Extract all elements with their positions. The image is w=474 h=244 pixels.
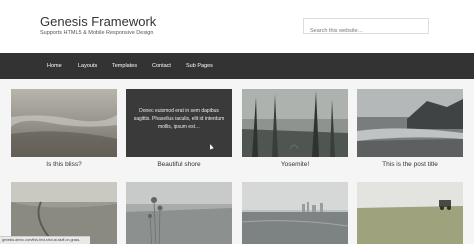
post-thumbnail[interactable] (357, 89, 463, 157)
post-title[interactable]: Beautiful shore (126, 161, 232, 168)
nav-item-sub-pages[interactable]: Sub Pages (186, 53, 213, 79)
post-title[interactable]: Is this bliss? (11, 161, 117, 168)
search-box[interactable] (303, 18, 429, 38)
post-thumbnail[interactable] (11, 182, 117, 244)
post-thumbnail[interactable] (357, 182, 463, 244)
frosted-plants-photo (126, 182, 232, 244)
beach-photo (11, 89, 117, 157)
primary-nav: Home Layouts Templates Contact Sub Pages (0, 53, 474, 79)
browser-status-bar: genesis-demo.com/this-first-shot-at-stuf… (0, 236, 90, 244)
site-header: Genesis Framework Supports HTML5 & Mobil… (0, 0, 474, 53)
site-description: Supports HTML5 & Mobile Responsive Desig… (40, 30, 154, 36)
post-thumbnail[interactable]: Donec euismod erat in sem dapibus sagitt… (126, 89, 232, 157)
site-title[interactable]: Genesis Framework (40, 14, 156, 29)
nav-item-contact[interactable]: Contact (152, 53, 171, 79)
coast-photo (357, 89, 463, 157)
post-grid: Is this bliss? Donec euismod erat in sem… (0, 79, 474, 244)
field-vehicle-photo (357, 182, 463, 244)
city-skyline-water-photo (242, 182, 348, 244)
forest-photo (242, 89, 348, 157)
nav-item-layouts[interactable]: Layouts (78, 53, 97, 79)
nav-item-templates[interactable]: Templates (112, 53, 137, 79)
post-thumbnail[interactable] (11, 89, 117, 157)
post-title[interactable]: Yosemite! (242, 161, 348, 168)
post-thumbnail[interactable] (126, 182, 232, 244)
search-input[interactable] (304, 24, 428, 38)
post-title[interactable]: This is the post title (357, 161, 463, 168)
post-thumbnail[interactable] (242, 89, 348, 157)
post-thumbnail[interactable] (242, 182, 348, 244)
post-excerpt-overlay[interactable]: Donec euismod erat in sem dapibus sagitt… (126, 89, 232, 157)
grass-field-photo (11, 182, 117, 244)
nav-item-home[interactable]: Home (47, 53, 62, 79)
